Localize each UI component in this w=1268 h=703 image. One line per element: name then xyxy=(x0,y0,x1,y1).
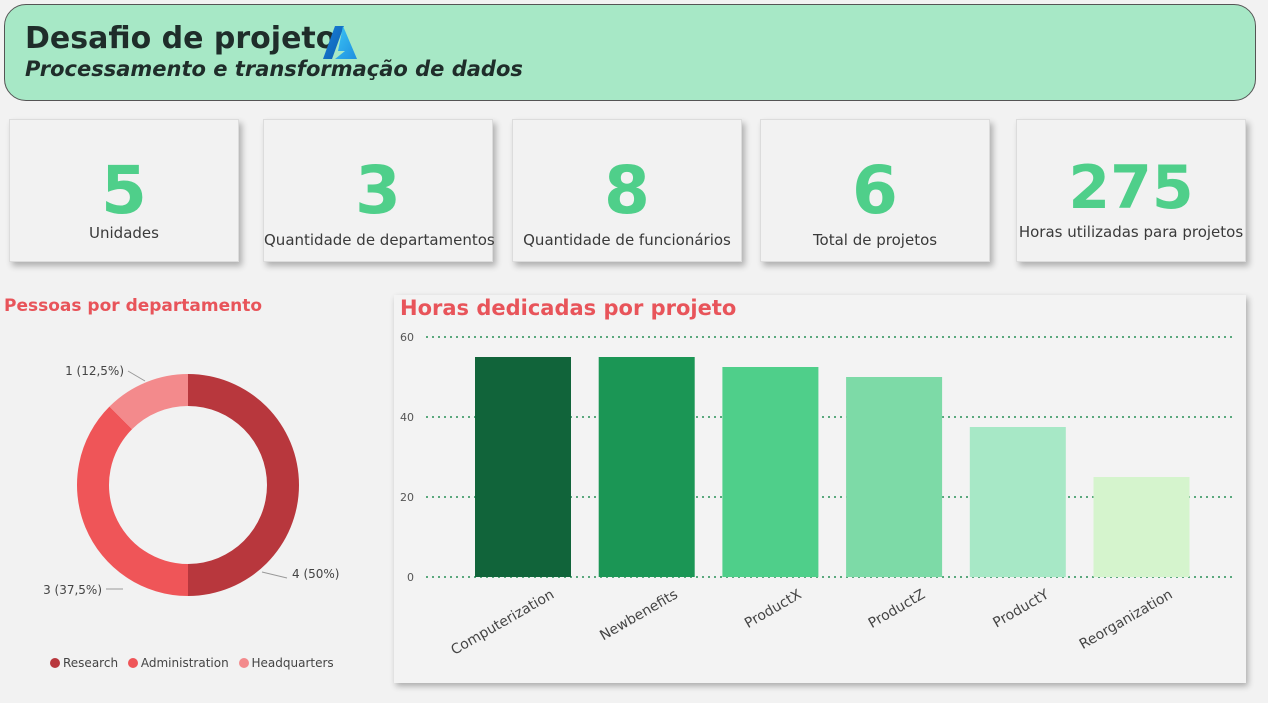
kpi-label: Total de projetos xyxy=(812,231,938,249)
x-tick-label: Computerization xyxy=(448,587,557,659)
legend-item-administration: Administration xyxy=(127,656,229,670)
kpi-card-funcionarios: 8 Quantidade de funcionários xyxy=(512,119,742,262)
bar-chart-title: Horas dedicadas por projeto xyxy=(400,296,737,320)
donut-data-label: 1 (12,5%) xyxy=(65,364,124,378)
kpi-card-departamentos: 3 Quantidade de departamentos xyxy=(263,119,495,262)
donut-chart-title: Pessoas por departamento xyxy=(4,296,263,316)
kpi-value: 8 xyxy=(604,152,650,229)
azure-logo-icon xyxy=(323,26,357,59)
x-tick-label: ProductX xyxy=(742,586,805,631)
kpi-card-horas: 275 Horas utilizadas para projetos xyxy=(1016,119,1246,262)
y-tick-label: 60 xyxy=(400,331,414,344)
donut-leader-line xyxy=(261,571,288,579)
kpi-card-projetos: 6 Total de projetos xyxy=(760,119,990,262)
bar-productz xyxy=(846,377,943,577)
kpi-label: Unidades xyxy=(89,224,159,242)
legend-dot xyxy=(127,658,138,668)
header-banner: Desafio de projeto Processamento e trans… xyxy=(4,4,1256,101)
bar-newbenefits xyxy=(598,357,695,577)
y-tick-label: 0 xyxy=(407,571,414,584)
kpi-value: 275 xyxy=(1068,153,1194,223)
x-tick-label: Newbenefits xyxy=(597,587,680,644)
donut-data-label: 3 (37,5%) xyxy=(43,583,102,597)
donut-chart: 4 (50%) 3 (37,5%) 1 (12,5%) xyxy=(43,364,339,597)
x-tick-label: Reorganization xyxy=(1077,587,1176,653)
kpi-label: Horas utilizadas para projetos xyxy=(1018,223,1244,241)
legend-label: Research xyxy=(63,656,119,670)
donut-legend: Research Administration Headquarters xyxy=(50,656,340,670)
donut-data-label: 4 (50%) xyxy=(292,567,339,581)
legend-item-research: Research xyxy=(50,656,118,670)
y-tick-label: 20 xyxy=(400,491,414,504)
legend-label: Administration xyxy=(140,656,229,670)
x-tick-label: ProductZ xyxy=(866,587,928,632)
donut-slice-administration xyxy=(76,406,188,596)
bar-computerization xyxy=(475,357,571,577)
legend-item-headquarters: Headquarters xyxy=(238,656,334,670)
kpi-value: 6 xyxy=(852,152,898,229)
donut-leader-line xyxy=(127,370,146,382)
bar-reorganization xyxy=(1093,477,1190,577)
kpi-label: Quantidade de departamentos xyxy=(264,231,495,249)
bar-chart: 0 20 40 60 Computerization Newbenefits Product… xyxy=(400,331,1236,659)
kpi-value: 5 xyxy=(101,152,147,229)
page-title: Desafio de projeto xyxy=(25,21,337,56)
bar-productx xyxy=(722,367,819,577)
legend-dot xyxy=(50,658,60,668)
page-subtitle: Processamento e transformação de dados xyxy=(25,57,523,81)
x-tick-label: ProductY xyxy=(990,586,1052,631)
bar-producty xyxy=(969,427,1066,577)
y-tick-label: 40 xyxy=(400,411,414,424)
legend-dot xyxy=(238,658,249,668)
legend-label: Headquarters xyxy=(251,656,334,670)
kpi-label: Quantidade de funcionários xyxy=(523,231,731,249)
kpi-card-unidades: 5 Unidades xyxy=(9,119,239,262)
kpi-value: 3 xyxy=(355,152,401,229)
donut-slice-research xyxy=(188,374,299,596)
